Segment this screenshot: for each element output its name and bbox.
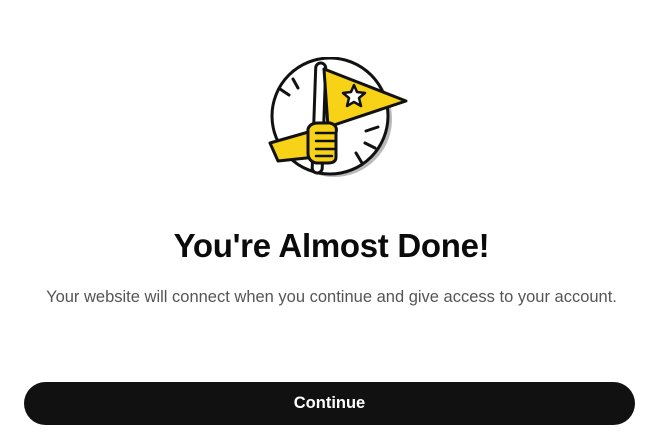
page-title: You're Almost Done!	[173, 227, 490, 264]
continue-button[interactable]: Continue	[24, 382, 635, 425]
flag-in-hand-icon	[256, 57, 412, 193]
page-subtitle: Your website will connect when you conti…	[46, 288, 617, 306]
